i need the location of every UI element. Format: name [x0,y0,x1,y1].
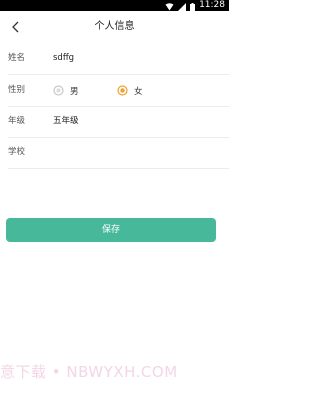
gender-row: 性别 男 女 [8,75,229,107]
status-bar: 11:28 [0,0,229,11]
radio-selected-icon [117,81,128,100]
name-row[interactable]: 姓名 [8,43,229,75]
grade-row[interactable]: 年级 五年级 [8,106,229,138]
page-title: 个人信息 [94,21,135,32]
status-icons: 11:28 [165,0,225,11]
grade-label: 年级 [8,116,26,126]
status-time: 11:28 [199,0,225,10]
gender-option-female[interactable]: 女 [117,75,143,106]
gender-option-male[interactable]: 男 [53,75,79,106]
chevron-left-icon [11,18,21,37]
gender-female-label: 女 [134,86,143,97]
save-button[interactable]: 保存 [6,218,216,242]
name-input[interactable] [53,43,223,74]
name-label: 姓名 [8,53,26,63]
watermark: 意下载 • NBWYXH.COM [0,363,178,381]
back-button[interactable] [4,15,28,39]
nav-bar: 个人信息 [0,11,229,43]
radio-unselected-icon [53,81,64,100]
gender-label: 性别 [8,85,26,95]
school-input[interactable] [53,137,223,168]
school-label: 学校 [8,147,26,157]
grade-value: 五年级 [53,116,79,126]
school-row[interactable]: 学校 [8,137,229,169]
gender-male-label: 男 [70,86,79,97]
